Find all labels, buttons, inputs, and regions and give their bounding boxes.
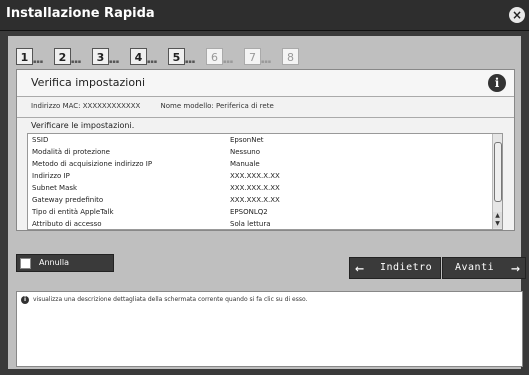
table-row: Attributo di accesso Sola lettura (28, 218, 494, 230)
arrow-left-icon: ← (355, 259, 365, 277)
step-8: 8 (282, 48, 299, 65)
step-dots-2: ▪▪▪ (71, 59, 82, 65)
table-row: Subnet Mask XXX.XXX.X.XX (28, 182, 494, 194)
divider (17, 117, 514, 118)
panel-header: Verifica impostazioni i (17, 70, 514, 97)
help-text: visualizza una descrizione dettagliata d… (33, 296, 308, 303)
info-icon: i (21, 296, 29, 304)
step-dots-5: ▪▪▪ (185, 59, 196, 65)
step-6: 6 (206, 48, 223, 65)
cancel-button[interactable]: Annulla (16, 254, 114, 272)
settings-panel: Verifica impostazioni i Indirizzo MAC: X… (16, 69, 515, 231)
verify-label: Verificare le impostazioni. (31, 121, 135, 130)
step-2: 2 (54, 48, 71, 65)
step-1: 1 (16, 48, 33, 65)
row-value: XXX.XXX.X.XX (230, 196, 280, 204)
row-value: Nessuno (230, 148, 260, 156)
step-dots-7: ▪▪▪ (261, 59, 272, 65)
settings-list: SSID EpsonNet Modalità di protezione Nes… (27, 133, 503, 230)
back-label: Indietro (380, 262, 433, 273)
table-row: Tipo di entità AppleTalk EPSONLQ2 (28, 206, 494, 218)
device-info: Indirizzo MAC: XXXXXXXXXXXX Nome modello… (31, 102, 292, 110)
row-value: EPSONLQ2 (230, 208, 268, 216)
row-value: XXX.XXX.X.XX (230, 184, 280, 192)
row-key: Indirizzo IP (32, 172, 70, 180)
row-value: Sola lettura (230, 220, 271, 228)
close-icon[interactable]: × (509, 7, 525, 23)
model-name: Nome modello: Periferica di rete (160, 102, 274, 110)
main-frame: 1 ▪▪▪ 2 ▪▪▪ 3 ▪▪▪ 4 ▪▪▪ 5 ▪▪▪ 6 ▪▪▪ 7 ▪▪… (8, 36, 526, 369)
cancel-checkbox-icon (20, 258, 31, 269)
step-7: 7 (244, 48, 261, 65)
row-key: Modalità di protezione (32, 148, 110, 156)
row-key: Metodo di acquisizione indirizzo IP (32, 160, 153, 168)
row-value: Manuale (230, 160, 260, 168)
window-title: Installazione Rapida (6, 6, 155, 21)
list-scrollbar[interactable]: ▲ ▼ (492, 134, 502, 229)
step-dots-3: ▪▪▪ (109, 59, 120, 65)
next-label: Avanti (455, 262, 495, 273)
step-3: 3 (92, 48, 109, 65)
table-row: Gateway predefinito XXX.XXX.X.XX (28, 194, 494, 206)
step-dots-4: ▪▪▪ (147, 59, 158, 65)
arrow-right-icon: → (510, 259, 520, 277)
title-bar: Installazione Rapida × (0, 0, 529, 31)
scroll-down-icon[interactable]: ▼ (493, 220, 502, 228)
table-row: Indirizzo IP XXX.XXX.X.XX (28, 170, 494, 182)
info-icon[interactable]: i (488, 74, 506, 92)
next-button[interactable]: Avanti → (442, 257, 526, 279)
step-dots-6: ▪▪▪ (223, 59, 234, 65)
row-value: XXX.XXX.X.XX (230, 172, 280, 180)
row-key: Attributo di accesso (32, 220, 102, 228)
scroll-thumb[interactable] (494, 142, 502, 202)
step-5: 5 (168, 48, 185, 65)
row-key: Tipo di entità AppleTalk (32, 208, 114, 216)
settings-rows: SSID EpsonNet Modalità di protezione Nes… (28, 134, 494, 229)
table-row: Metodo di acquisizione indirizzo IP Manu… (28, 158, 494, 170)
row-key: SSID (32, 136, 49, 144)
row-key: Subnet Mask (32, 184, 78, 192)
scroll-up-icon[interactable]: ▲ (493, 212, 502, 220)
panel-title: Verifica impostazioni (31, 76, 146, 89)
step-dots-1: ▪▪▪ (33, 59, 44, 65)
table-row: Modalità di protezione Nessuno (28, 146, 494, 158)
help-panel: i visualizza una descrizione dettagliata… (16, 291, 523, 367)
step-4: 4 (130, 48, 147, 65)
row-key: Gateway predefinito (32, 196, 104, 204)
mac-address: Indirizzo MAC: XXXXXXXXXXXX (31, 102, 141, 110)
row-value: EpsonNet (230, 136, 264, 144)
table-row: SSID EpsonNet (28, 134, 494, 146)
cancel-label: Annulla (39, 258, 70, 267)
back-button[interactable]: ← Indietro (349, 257, 441, 279)
